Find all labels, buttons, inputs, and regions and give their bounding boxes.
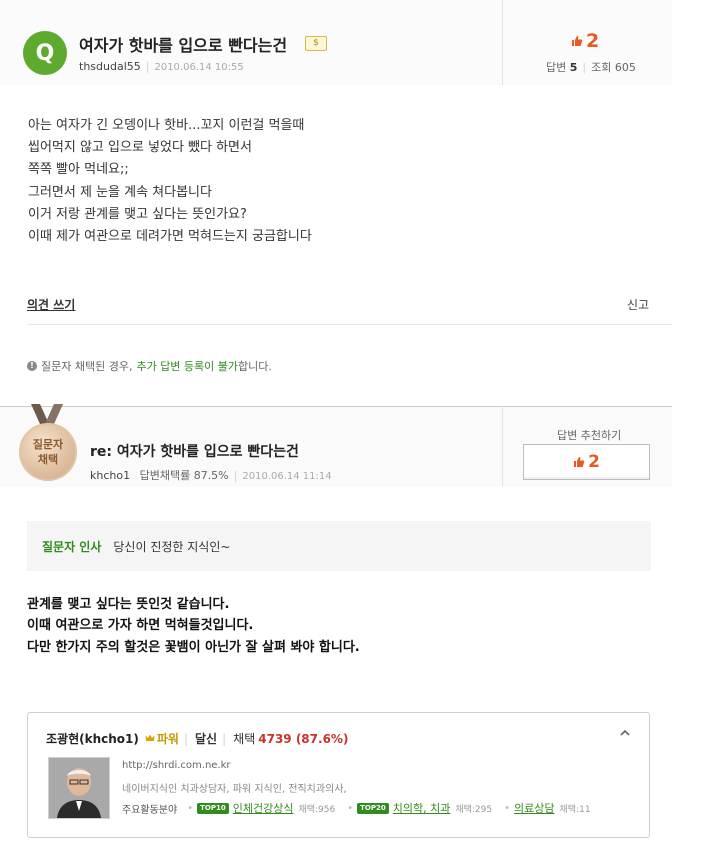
question-body-line: 이거 저랑 관계를 맺고 싶다는 뜻인가요? [28,206,247,222]
medal-ribbon-icon [31,404,63,424]
field-link[interactable]: 의료상담 [514,800,554,816]
question-meta: thsdudal55 | 2010.06.14 10:55 [79,60,244,73]
thumbs-up-icon [574,457,585,467]
field-rank-badge: TOP20 [357,802,389,814]
question-username[interactable]: thsdudal55 [79,60,141,73]
answer-body-line: 다만 한가지 주의 할것은 꽃뱀이 아닌가 잘 살펴 봐야 합니다. [27,639,360,655]
divider [502,0,503,85]
adopt-notice: ! 질문자 채택된 경우, 추가 답변 등록이 불가 합니다. [27,358,272,374]
report-link[interactable]: 신고 [627,296,649,313]
views-count: 605 [614,61,636,74]
greeting-text: 당신이 진정한 지식인~ [113,539,231,554]
notice-highlight: 추가 답변 등록이 불가 [136,360,239,373]
greeting-label: 질문자 인사 [42,539,102,554]
activity-fields: 주요활동분야 • TOP10 인체건강상식 채택:956 • TOP20 치의학… [122,800,591,816]
views-label: 조회 [591,61,612,74]
adopt-value: 4739 (87.6%) [258,731,349,746]
asker-greeting-box: 질문자 인사 당신이 진정한 지식인~ [27,521,651,571]
question-body-line: 그러면서 제 눈을 계속 쳐다봅니다 [28,184,212,200]
divider [27,324,672,325]
field-count: 채택:956 [298,804,336,815]
answer-username[interactable]: khcho1 [90,469,130,482]
question-badge-icon: Q [23,31,67,75]
field-count: 채택:11 [559,804,591,815]
power-label: 파워 [156,732,179,746]
adopt-label: 채택 [233,732,256,746]
field-rank-badge: TOP10 [197,802,229,814]
question-body: 아는 여자가 긴 오뎅이나 핫바...꼬지 이런걸 먹을때 씹어먹지 않고 입으… [28,115,312,248]
medal-line1: 질문자 [32,438,64,451]
profile-photo [48,757,110,819]
adopted-medal-icon: 질문자 채택 [19,423,77,481]
question-date: 2010.06.14 10:55 [154,62,244,73]
question-body-line: 이때 제가 여관으로 데려가면 먹혀드는지 궁금합니다 [28,229,312,245]
question-recommend[interactable]: 2 [571,30,599,52]
divider [502,406,503,486]
thumbs-up-icon [572,36,583,46]
profile-url[interactable]: http://shrdi.com.ne.kr [122,760,231,771]
question-body-line: 아는 여자가 긴 오뎅이나 핫바...꼬지 이런걸 먹을때 [28,118,305,133]
crown-icon [145,734,155,741]
recommend-answer-button[interactable]: 2 [523,444,650,480]
medal-line2: 채택 [37,453,59,466]
answer-adopt-rate: 답변채택률 87.5% [139,469,229,482]
chevron-up-icon[interactable] [619,728,631,738]
info-icon: ! [27,361,37,371]
question-stats: 답변 5 | 조회 605 [546,61,636,74]
question-body-line: 쪽쪽 빨아 먹네요;; [28,162,129,178]
answer-title: re: 여자가 핫바를 입으로 빤다는건 [90,444,299,460]
rank-label: 달신 [195,732,218,746]
notice-prefix: 질문자 채택된 경우, [41,360,133,373]
field-count: 채택:295 [455,804,493,815]
notice-suffix: 합니다. [238,360,272,373]
write-comment-link[interactable]: 의견 쓰기 [27,296,75,313]
answers-label: 답변 [546,61,567,74]
question-title: 여자가 핫바를 입으로 빤다는건 [79,36,288,55]
profile-description: 네이버지식인 치과상담자, 파워 지식인, 전직치과의사, [122,784,347,795]
answer-recommend-count: 2 [588,452,600,472]
recommend-answer-label: 답변 추천하기 [557,429,622,442]
profile-name[interactable]: 조광현(khcho1) [46,730,139,747]
person-portrait-icon [49,758,109,818]
answer-body-line: 관계를 맺고 싶다는 뜻인것 같습니다. [27,597,230,612]
profile-summary: 조광현(khcho1) 파워 | 달신 | 채택 4739 (87.6%) [46,730,349,747]
coin-icon: $ [305,36,327,51]
answer-date: 2010.06.14 11:14 [242,471,332,482]
fields-label: 주요활동분야 [122,804,178,816]
answer-body: 관계를 맺고 싶다는 뜻인것 같습니다. 이때 여관으로 가자 하면 먹혀들것입… [27,594,360,658]
answer-meta: khcho1 답변채택률 87.5% | 2010.06.14 11:14 [90,469,332,482]
field-link[interactable]: 치의학, 치과 [393,800,451,816]
power-badge: 파워 [145,730,179,747]
question-body-line: 씹어먹지 않고 입으로 넣었다 뺐다 하면서 [28,140,252,156]
question-recommend-count: 2 [586,30,600,52]
answer-body-line: 이때 여관으로 가자 하면 먹혀들것입니다. [27,618,254,634]
field-link[interactable]: 인체건강상식 [233,800,294,816]
answers-count: 5 [569,61,578,74]
